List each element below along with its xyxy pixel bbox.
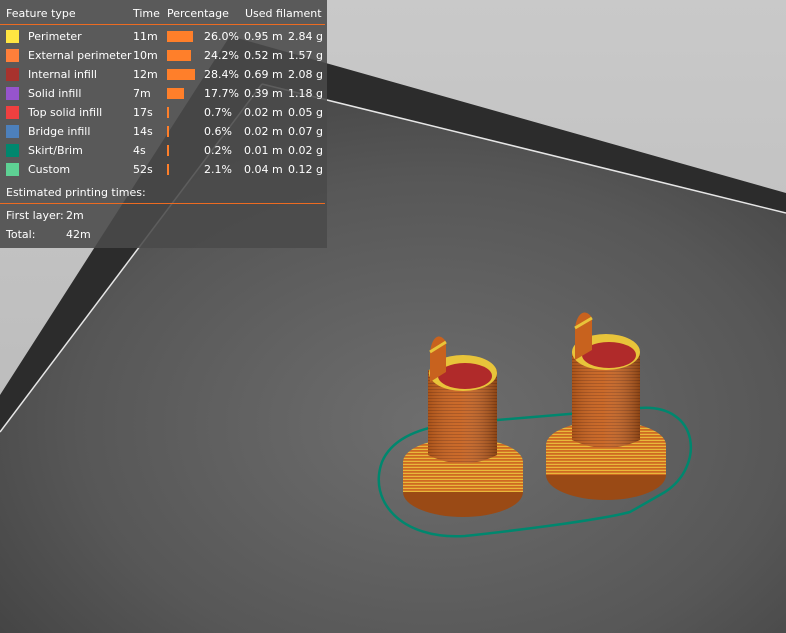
feature-row[interactable]: Custom 52s 2.1% 0.04 m 0.12 g <box>0 160 327 179</box>
feature-color-swatch <box>6 144 19 157</box>
feature-row[interactable]: Perimeter 11m 26.0% 0.95 m 2.84 g <box>0 27 327 46</box>
first-layer-value: 2m <box>66 209 84 222</box>
feature-name: Custom <box>28 163 71 176</box>
feature-weight: 1.57 g <box>288 49 323 62</box>
feature-length: 0.52 m <box>244 49 283 62</box>
feature-length: 0.01 m <box>244 144 283 157</box>
percentage-bar <box>167 31 193 42</box>
feature-name: Solid infill <box>28 87 82 100</box>
feature-percentage: 26.0% <box>204 30 239 43</box>
feature-color-swatch <box>6 106 19 119</box>
feature-row[interactable]: External perimeter 10m 24.2% 0.52 m 1.57 g <box>0 46 327 65</box>
percentage-bar <box>167 50 191 61</box>
percentage-bar <box>167 88 184 99</box>
percentage-bar <box>167 145 169 156</box>
percentage-bar <box>167 107 169 118</box>
feature-weight: 1.18 g <box>288 87 323 100</box>
header-time: Time <box>133 7 160 20</box>
feature-color-swatch <box>6 30 19 43</box>
feature-time: 4s <box>133 144 146 157</box>
feature-row[interactable]: Bridge infill 14s 0.6% 0.02 m 0.07 g <box>0 122 327 141</box>
feature-percentage: 28.4% <box>204 68 239 81</box>
feature-name: Internal infill <box>28 68 97 81</box>
feature-color-swatch <box>6 68 19 81</box>
feature-weight: 2.08 g <box>288 68 323 81</box>
percentage-bar <box>167 164 169 175</box>
feature-weight: 0.12 g <box>288 163 323 176</box>
feature-percentage: 2.1% <box>204 163 232 176</box>
feature-color-swatch <box>6 163 19 176</box>
header-feature-type: Feature type <box>6 7 76 20</box>
feature-row[interactable]: Skirt/Brim 4s 0.2% 0.01 m 0.02 g <box>0 141 327 160</box>
feature-percentage: 0.6% <box>204 125 232 138</box>
feature-time: 14s <box>133 125 153 138</box>
feature-weight: 0.05 g <box>288 106 323 119</box>
feature-time: 12m <box>133 68 158 81</box>
feature-length: 0.95 m <box>244 30 283 43</box>
percentage-bar <box>167 69 195 80</box>
feature-weight: 0.07 g <box>288 125 323 138</box>
feature-name: Skirt/Brim <box>28 144 83 157</box>
feature-color-swatch <box>6 125 19 138</box>
feature-length: 0.02 m <box>244 106 283 119</box>
feature-name: Perimeter <box>28 30 82 43</box>
feature-time: 17s <box>133 106 153 119</box>
feature-time: 10m <box>133 49 158 62</box>
feature-row[interactable]: Internal infill 12m 28.4% 0.69 m 2.08 g <box>0 65 327 84</box>
feature-color-swatch <box>6 87 19 100</box>
feature-length: 0.69 m <box>244 68 283 81</box>
feature-time: 52s <box>133 163 153 176</box>
total-label: Total: <box>6 228 36 241</box>
header-divider <box>0 24 325 25</box>
feature-time: 11m <box>133 30 158 43</box>
feature-length: 0.04 m <box>244 163 283 176</box>
first-layer-label: First layer: <box>6 209 64 222</box>
feature-color-swatch <box>6 49 19 62</box>
feature-percentage: 24.2% <box>204 49 239 62</box>
feature-length: 0.39 m <box>244 87 283 100</box>
legend-panel: Feature type Time Percentage Used filame… <box>0 0 327 248</box>
feature-name: Bridge infill <box>28 125 91 138</box>
feature-row[interactable]: Solid infill 7m 17.7% 0.39 m 1.18 g <box>0 84 327 103</box>
header-percentage: Percentage <box>167 7 229 20</box>
feature-percentage: 0.7% <box>204 106 232 119</box>
feature-time: 7m <box>133 87 151 100</box>
feature-weight: 2.84 g <box>288 30 323 43</box>
feature-percentage: 17.7% <box>204 87 239 100</box>
percentage-bar <box>167 126 169 137</box>
estimated-times-label: Estimated printing times: <box>6 186 146 199</box>
feature-name: External perimeter <box>28 49 132 62</box>
header-used-filament: Used filament <box>245 7 322 20</box>
feature-length: 0.02 m <box>244 125 283 138</box>
feature-row[interactable]: Top solid infill 17s 0.7% 0.02 m 0.05 g <box>0 103 327 122</box>
feature-name: Top solid infill <box>28 106 103 119</box>
total-value: 42m <box>66 228 91 241</box>
feature-percentage: 0.2% <box>204 144 232 157</box>
times-divider <box>0 203 325 204</box>
feature-weight: 0.02 g <box>288 144 323 157</box>
